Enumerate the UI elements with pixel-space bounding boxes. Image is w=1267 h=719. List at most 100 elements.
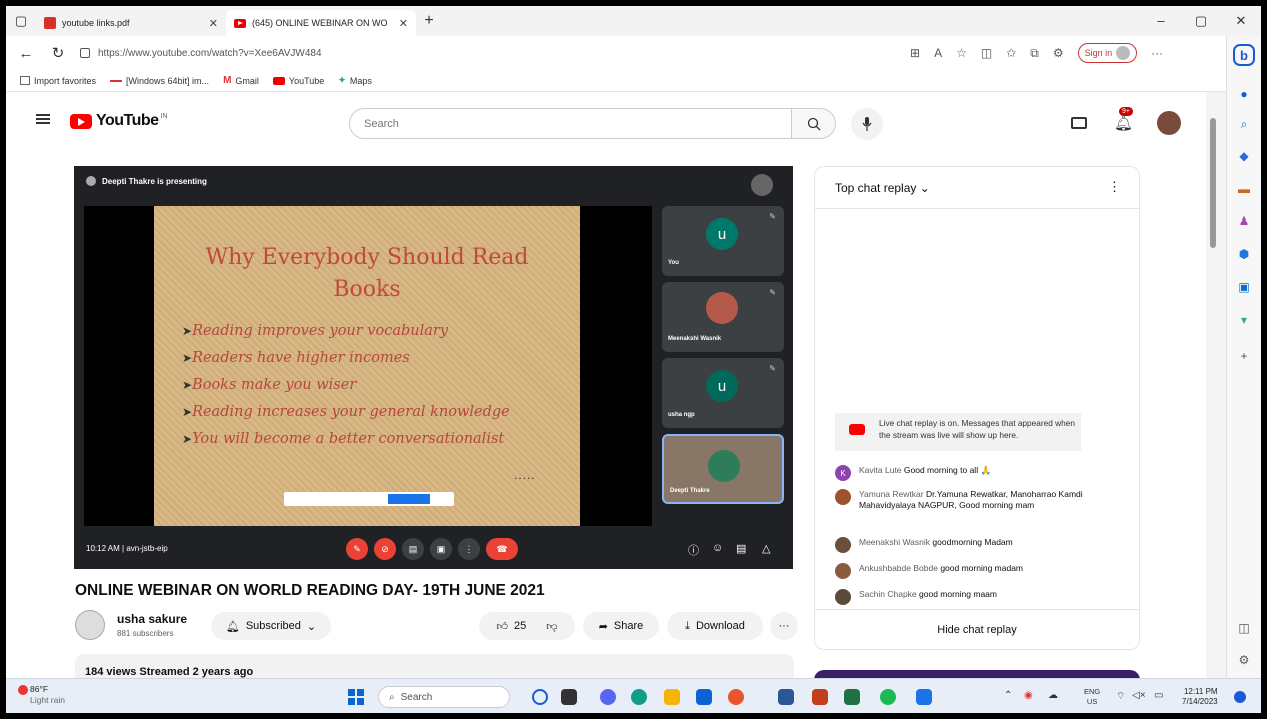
edge-app-icon[interactable] <box>631 689 647 705</box>
dash-icon <box>110 79 123 82</box>
excel-app-icon[interactable] <box>844 689 860 705</box>
subscribed-button[interactable]: 🔔︎ Subscribed ⌄ <box>211 612 331 640</box>
weather-widget[interactable]: 86°F Light rain <box>18 684 65 706</box>
settings-icon[interactable]: ⚙ <box>1236 652 1252 668</box>
menu-icon[interactable] <box>36 114 50 124</box>
hide-chat-replay-button[interactable]: Hide chat replay <box>815 609 1139 649</box>
mic-off-icon: ✎ <box>769 212 776 221</box>
taskbar-search[interactable]: ⌕ Search <box>378 686 510 708</box>
volume-icon[interactable]: ◁× <box>1132 690 1146 701</box>
search-input[interactable] <box>349 108 792 139</box>
windows-taskbar: 86°F Light rain ⌕ Search ⌃ ◉ ☁ ENG US ⌔ … <box>6 678 1261 713</box>
chat-avatar: K <box>835 465 851 481</box>
like-icon[interactable]: 👍︎ <box>497 620 509 633</box>
like-dislike-button[interactable]: 👍︎ 25 👎︎ <box>479 612 575 640</box>
notifications-bell-icon[interactable]: 🔔︎ <box>1114 114 1133 132</box>
powerpoint-app-icon[interactable] <box>812 689 828 705</box>
presentation-stage: Why Everybody Should Read Books Reading … <box>84 206 652 526</box>
close-icon[interactable]: ✕ <box>399 17 408 30</box>
page-scrollbar[interactable] <box>1206 92 1226 684</box>
drop-icon[interactable]: ▾ <box>1236 312 1252 328</box>
chat-menu-icon[interactable]: ⋮ <box>1108 179 1121 195</box>
favorites-item-gmail[interactable]: M Gmail <box>223 75 259 86</box>
media-app-icon[interactable] <box>561 689 577 705</box>
battery-icon[interactable]: ▭ <box>1154 690 1163 701</box>
split-screen-icon[interactable]: ◫ <box>981 46 992 60</box>
bing-app-icon[interactable] <box>532 689 548 705</box>
language-indicator[interactable]: ENG US <box>1084 687 1100 707</box>
tools-icon[interactable]: ▬ <box>1236 181 1252 197</box>
word-app-icon[interactable] <box>778 689 794 705</box>
microsoft365-icon[interactable]: ⬢ <box>1236 246 1252 262</box>
sidebar-layout-icon[interactable]: ◫ <box>1236 620 1252 636</box>
channel-name[interactable]: usha sakure <box>117 612 187 626</box>
close-icon[interactable]: ✕ <box>209 17 218 30</box>
favorites-item-windows[interactable]: [Windows 64bit] im... <box>110 76 209 86</box>
search-button[interactable] <box>792 108 836 139</box>
favorites-item-youtube[interactable]: YouTube <box>272 76 324 86</box>
url-field[interactable]: https://www.youtube.com/watch?v=Xee6AVJW… <box>76 40 816 66</box>
new-tab-button[interactable]: + <box>416 12 442 30</box>
chat-app-icon[interactable] <box>600 689 616 705</box>
edge-sidebar: b ● ⌕ ◆ ▬ ♟ ⬢ ▣ ▾ + ◫ ⚙ <box>1226 36 1261 684</box>
outlook-icon[interactable]: ▣ <box>1236 279 1252 295</box>
restore-icon[interactable]: ▢ <box>1181 13 1221 29</box>
tab-online-webinar[interactable]: (645) ONLINE WEBINAR ON WO ✕ <box>226 10 416 36</box>
scrollbar-thumb[interactable] <box>1210 118 1216 248</box>
end-call-icon: ☎ <box>486 538 518 560</box>
system-clock[interactable]: 12:11 PM 7/14/2023 <box>1182 687 1218 707</box>
start-button[interactable] <box>348 689 364 705</box>
notification-center-icon[interactable] <box>1234 691 1246 703</box>
mail-app-icon[interactable] <box>696 689 712 705</box>
bing-copilot-icon[interactable]: b <box>1233 44 1255 66</box>
create-icon[interactable] <box>1071 117 1087 129</box>
wifi-icon[interactable]: ⌔ <box>1116 690 1125 703</box>
chrome-app-icon[interactable] <box>728 689 744 705</box>
chat-header[interactable]: Top chat replay ⌄ <box>815 167 1139 209</box>
video-player[interactable]: Deepti Thakre is presenting Why Everybod… <box>74 166 793 569</box>
refresh-icon[interactable]: ↻ <box>44 44 72 62</box>
favorites-item-import[interactable]: Import favorites <box>20 76 96 86</box>
minimize-icon[interactable]: – <box>1141 13 1181 29</box>
screen: ▢ youtube links.pdf ✕ (645) ONLINE WEBIN… <box>6 6 1261 713</box>
games-icon[interactable]: ♟ <box>1236 213 1252 229</box>
search-icon[interactable]: ⌕ <box>1236 116 1252 132</box>
show-hidden-icons[interactable]: ⌃ <box>1004 690 1012 701</box>
chat-message: Yamuna Rewtkar Dr.Yamuna Rewatkar, Manoh… <box>835 489 1125 511</box>
more-actions-button[interactable]: ··· <box>770 612 798 640</box>
download-icon: ⤓ <box>685 619 690 632</box>
chevron-down-icon: ⌄ <box>306 620 317 633</box>
file-explorer-icon[interactable] <box>664 689 680 705</box>
favorites-item-maps[interactable]: ✦ Maps <box>338 75 372 86</box>
paint-app-icon[interactable] <box>916 689 932 705</box>
user-avatar[interactable] <box>1157 111 1181 135</box>
dislike-icon[interactable]: 👎︎ <box>546 620 557 633</box>
more-options-icon[interactable]: ··· <box>1151 46 1163 60</box>
notification-icon[interactable]: ● <box>1236 86 1252 102</box>
tab-actions-icon[interactable]: ▢ <box>6 6 36 36</box>
download-button[interactable]: ⤓ Download <box>667 612 763 640</box>
cloud-icon[interactable]: ☁ <box>1048 690 1058 701</box>
activities-icon: △ <box>762 543 771 555</box>
add-icon[interactable]: + <box>1236 348 1252 364</box>
tray-app-icon[interactable]: ◉ <box>1024 690 1033 701</box>
favorites-icon[interactable]: ✩ <box>1006 46 1016 60</box>
youtube-logo[interactable]: YouTube IN <box>70 112 168 130</box>
read-aloud-icon[interactable]: A <box>934 46 942 60</box>
app-available-icon[interactable]: ⊞ <box>910 46 920 60</box>
share-button[interactable]: ➦ Share <box>583 612 659 640</box>
favorite-star-icon[interactable]: ☆ <box>956 46 967 60</box>
close-window-icon[interactable]: ✕ <box>1221 13 1261 29</box>
sign-in-button[interactable]: Sign in <box>1077 43 1138 63</box>
shopping-icon[interactable]: ◆ <box>1236 148 1252 164</box>
collections-icon[interactable]: ⧉ <box>1030 46 1039 61</box>
extensions-icon[interactable]: ⚙ <box>1053 46 1064 60</box>
spotify-app-icon[interactable] <box>880 689 896 705</box>
voice-search-button[interactable] <box>851 108 883 140</box>
back-icon[interactable]: ← <box>12 45 40 62</box>
presenter-icon <box>86 176 96 186</box>
chat-avatar <box>835 563 851 579</box>
channel-avatar[interactable] <box>75 610 105 640</box>
chat-message: Ankushbabde Bobde good morning madam <box>835 563 1125 579</box>
tab-youtube-links-pdf[interactable]: youtube links.pdf ✕ <box>36 10 226 36</box>
